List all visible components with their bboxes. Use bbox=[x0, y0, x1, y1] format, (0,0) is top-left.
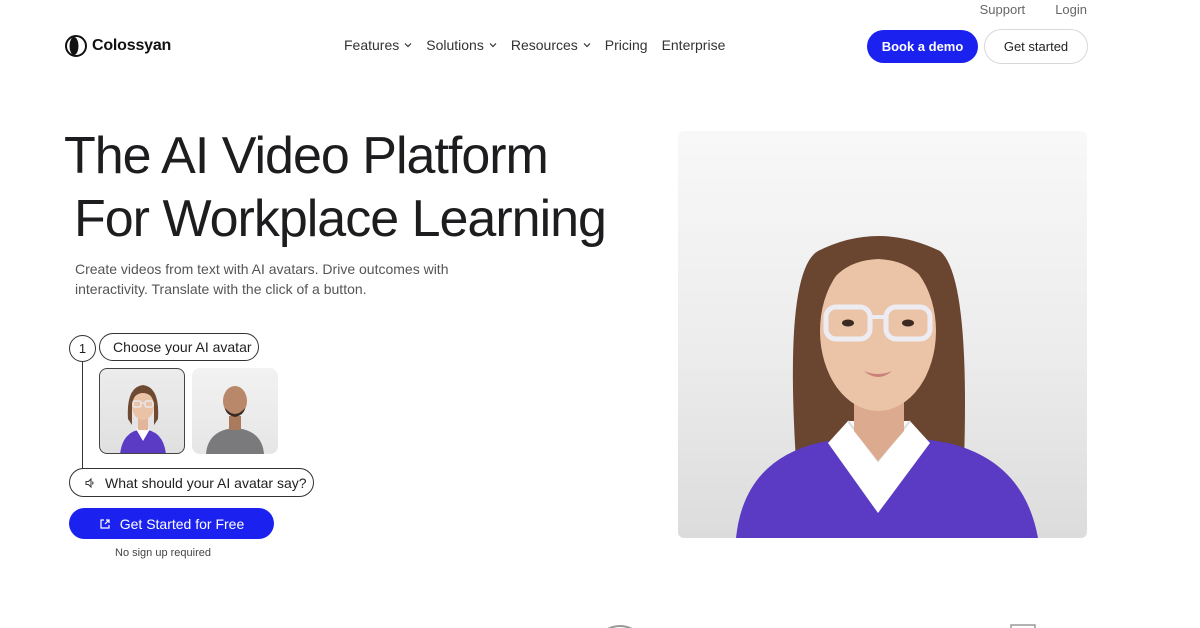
login-link[interactable]: Login bbox=[1055, 2, 1087, 17]
no-signup-note: No sign up required bbox=[115, 547, 212, 559]
hero-subtitle: Create videos from text with AI avatars.… bbox=[75, 261, 449, 297]
nav-label: Pricing bbox=[604, 37, 648, 53]
avatar-option-man[interactable] bbox=[192, 368, 278, 454]
avatar-script-placeholder: What should your AI avatar say? bbox=[105, 474, 307, 491]
hero-title-line1: The AI Video Platform bbox=[64, 127, 549, 185]
cta-label: Get Started for Free bbox=[119, 515, 245, 532]
nav-item-features[interactable]: Features bbox=[344, 37, 412, 53]
avatar-option-woman[interactable] bbox=[99, 368, 185, 454]
hero-avatar-image bbox=[678, 131, 1087, 538]
hero-title-line2: For Workplace Learning bbox=[74, 190, 607, 248]
brand-name: Colossyan bbox=[92, 37, 172, 54]
support-link[interactable]: Support bbox=[980, 2, 1026, 17]
external-link-icon bbox=[100, 518, 110, 529]
nav-label: Resources bbox=[510, 37, 578, 53]
nav-item-pricing[interactable]: Pricing bbox=[605, 37, 648, 53]
choose-avatar-text: Choose your AI avatar bbox=[113, 339, 252, 355]
man-avatar-image bbox=[206, 386, 264, 454]
nav-label: Features bbox=[344, 37, 400, 53]
nav-item-resources[interactable]: Resources bbox=[511, 37, 591, 53]
book-demo-button[interactable]: Book a demo bbox=[867, 30, 978, 63]
step-number-badge: 1 bbox=[69, 335, 96, 362]
nav-label: Solutions bbox=[426, 37, 484, 53]
speaker-icon bbox=[85, 477, 94, 488]
nav-menu: Features Solutions Resources Pricing Ent… bbox=[344, 37, 725, 53]
get-started-free-button[interactable]: Get Started for Free bbox=[69, 508, 274, 539]
nav-label: Enterprise bbox=[661, 37, 726, 53]
main-nav: Colossyan Features Solutions Resources P… bbox=[0, 28, 1200, 64]
nav-item-solutions[interactable]: Solutions bbox=[426, 37, 497, 53]
presenter-avatar-illustration bbox=[736, 236, 1038, 538]
partner-logo-icon bbox=[607, 624, 1036, 628]
chevron-down-icon bbox=[404, 43, 412, 48]
get-started-button[interactable]: Get started bbox=[984, 29, 1088, 64]
chevron-down-icon bbox=[489, 43, 497, 48]
nav-item-enterprise[interactable]: Enterprise bbox=[662, 37, 726, 53]
brand-logo[interactable]: Colossyan bbox=[64, 35, 171, 57]
step-connector-line bbox=[82, 360, 83, 472]
woman-avatar-image bbox=[120, 385, 166, 453]
customer-logos-strip bbox=[0, 618, 1200, 628]
colossyan-logo-icon bbox=[65, 35, 87, 57]
utility-bar: Support Login bbox=[980, 2, 1087, 17]
chevron-down-icon bbox=[583, 43, 591, 48]
avatar-script-input[interactable]: What should your AI avatar say? bbox=[69, 468, 314, 497]
choose-avatar-label: Choose your AI avatar bbox=[99, 333, 259, 361]
